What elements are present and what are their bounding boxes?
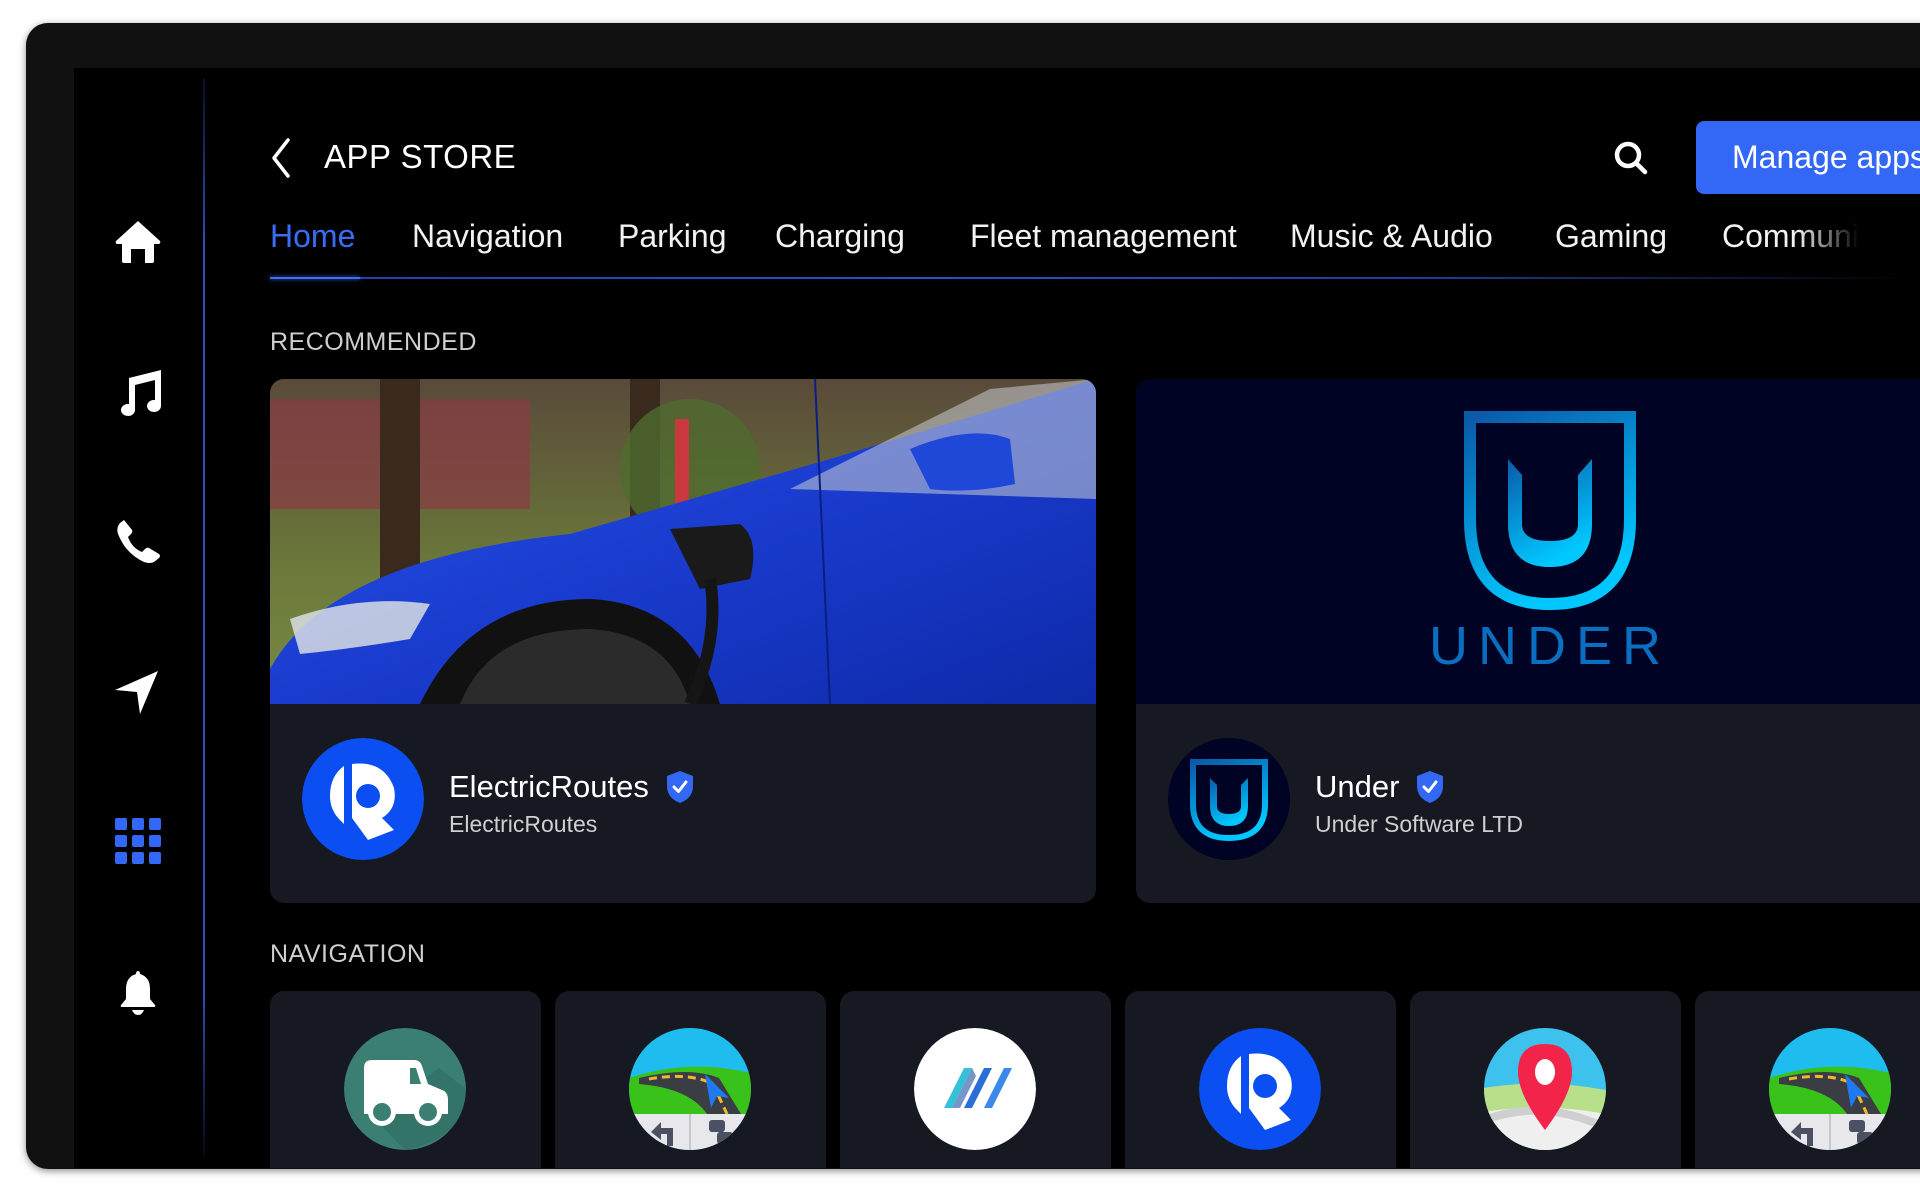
card-info: Under Under Software LTD (1136, 704, 1920, 903)
active-tab-indicator (270, 277, 360, 279)
tab-fleet-management[interactable]: Fleet management (970, 218, 1237, 255)
back-button[interactable] (264, 136, 304, 180)
chevron-left-icon (272, 138, 290, 178)
recommended-card-electricroutes[interactable]: ElectricRoutes ElectricRoutes (270, 379, 1096, 903)
app-grid-icon (115, 818, 161, 864)
sidebar-item-notifications[interactable] (106, 961, 170, 1025)
developer-name: ElectricRoutes (449, 811, 598, 837)
tab-navigation[interactable]: Navigation (412, 218, 563, 255)
w-logo-icon (914, 1028, 1036, 1150)
app-title: Under (1315, 769, 1445, 805)
electricroutes-banner-image (270, 379, 1096, 704)
manage-apps-button[interactable]: Manage apps (1696, 121, 1920, 194)
nav-app-tile[interactable] (1410, 991, 1681, 1168)
nav-app-tile[interactable] (270, 991, 541, 1168)
section-title-recommended: RECOMMENDED (270, 328, 477, 356)
sidebar-item-phone[interactable] (106, 510, 170, 574)
tab-home[interactable]: Home (270, 218, 355, 255)
sidebar-divider (203, 78, 205, 1158)
navigation-arrow-icon (115, 671, 158, 714)
nav-app-tile[interactable] (555, 991, 826, 1168)
tab-gaming[interactable]: Gaming (1555, 218, 1667, 255)
road-navigation-icon (1769, 1028, 1891, 1150)
electricroutes-logo-icon (1199, 1028, 1321, 1150)
section-title-navigation: NAVIGATION (270, 940, 426, 968)
delivery-van-icon (344, 1028, 466, 1150)
road-navigation-icon (629, 1028, 751, 1150)
verified-badge-icon (665, 770, 695, 804)
bell-icon (120, 971, 156, 1015)
phone-icon (117, 520, 160, 563)
sidebar-item-music[interactable] (106, 360, 170, 424)
sidebar-item-navigation[interactable] (106, 660, 170, 724)
under-banner-image: UNDER (1136, 379, 1920, 704)
card-info: ElectricRoutes ElectricRoutes (270, 704, 1096, 903)
app-title: ElectricRoutes (449, 769, 695, 805)
page-title: APP STORE (324, 138, 517, 175)
recommended-card-under[interactable]: UNDER Under Under Software LTD (1136, 379, 1920, 903)
nav-app-tile[interactable] (1125, 991, 1396, 1168)
device-frame: APP STORE Manage apps Home Navigation Pa… (26, 23, 1920, 1169)
tab-parking[interactable]: Parking (618, 218, 727, 255)
map-pin-icon (1484, 1028, 1606, 1150)
music-note-icon (121, 370, 161, 416)
infotainment-screen: APP STORE Manage apps Home Navigation Pa… (74, 68, 1920, 1168)
tab-communication[interactable]: Communi (1722, 218, 1859, 255)
home-icon (115, 221, 161, 263)
nav-app-tile[interactable] (1695, 991, 1920, 1168)
tab-charging[interactable]: Charging (775, 218, 905, 255)
search-icon (1614, 141, 1648, 175)
verified-badge-icon (1415, 770, 1445, 804)
under-wordmark: UNDER (1429, 616, 1671, 676)
under-logo-icon (1168, 738, 1290, 860)
tabs-divider (270, 277, 1910, 279)
search-button[interactable] (1609, 136, 1653, 180)
sidebar (74, 68, 203, 1168)
sidebar-item-apps[interactable] (106, 809, 170, 873)
app-name: Under (1315, 769, 1400, 804)
nav-app-tile[interactable] (840, 991, 1111, 1168)
app-name: ElectricRoutes (449, 769, 649, 804)
tab-music-audio[interactable]: Music & Audio (1290, 218, 1493, 255)
electricroutes-logo-icon (302, 738, 424, 860)
sidebar-item-home[interactable] (106, 210, 170, 274)
developer-name: Under Software LTD (1315, 811, 1523, 837)
category-tabs: Home Navigation Parking Charging Fleet m… (270, 218, 1910, 278)
